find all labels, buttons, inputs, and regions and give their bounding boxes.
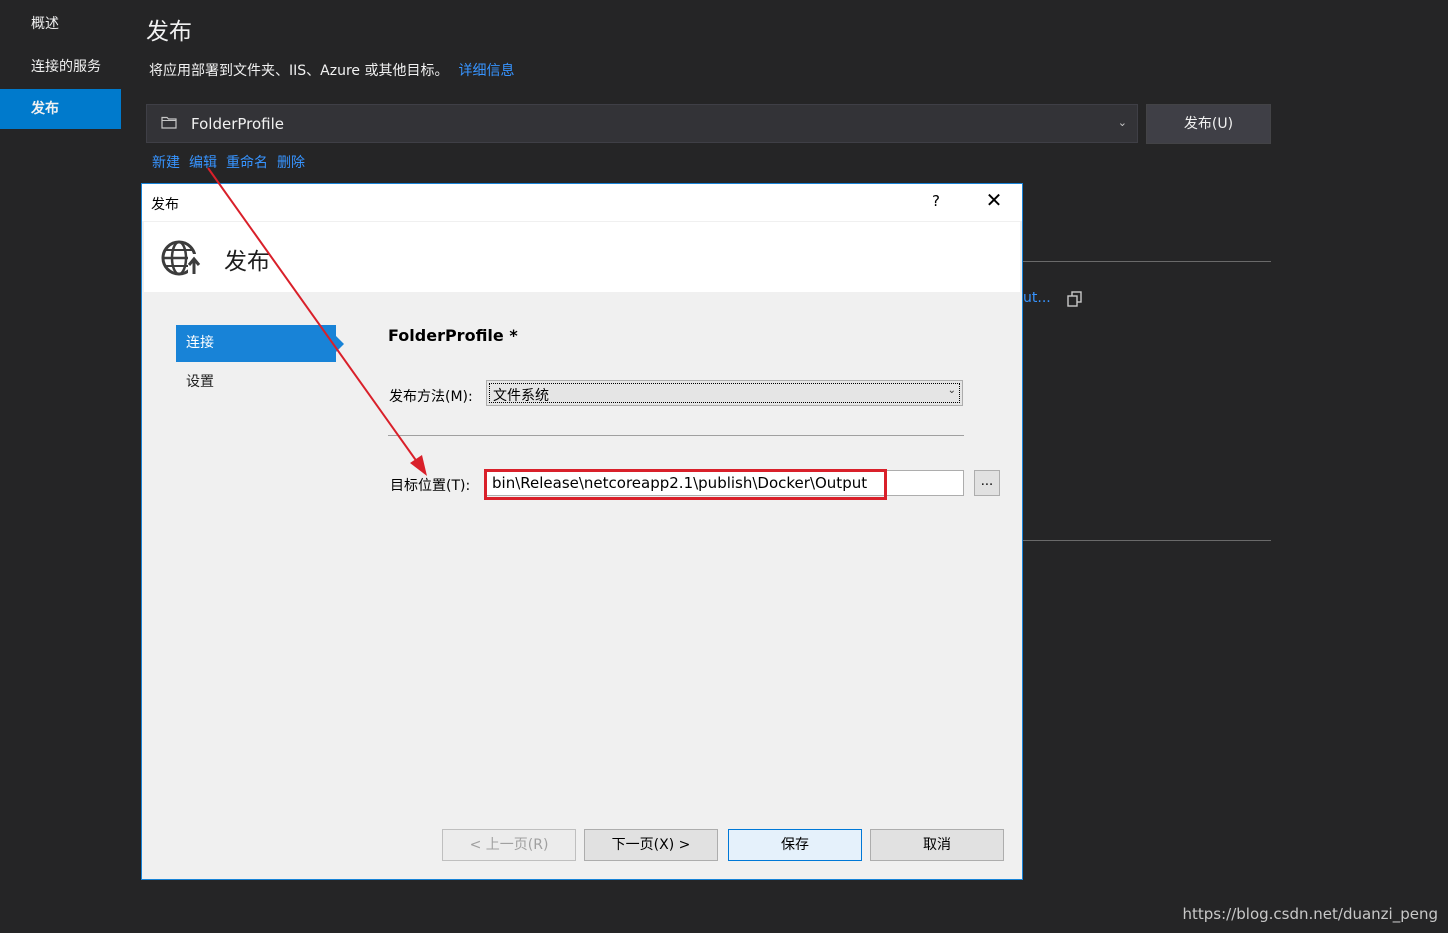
separator bbox=[388, 435, 964, 436]
target-location-label: 目标位置(T): bbox=[390, 478, 471, 494]
browse-button[interactable]: ... bbox=[974, 470, 1000, 496]
folder-icon bbox=[161, 116, 177, 129]
dialog-title: 发布 bbox=[151, 197, 179, 213]
profile-heading: FolderProfile * bbox=[388, 326, 518, 345]
rename-profile-link[interactable]: 重命名 bbox=[226, 155, 268, 171]
profile-actions: 新建 编辑 重命名 删除 bbox=[152, 152, 314, 172]
publish-dialog: 发布 ? ✕ 发布 连接 设置 FolderProfile * 发布方法(M):… bbox=[141, 183, 1023, 880]
close-button[interactable]: ✕ bbox=[980, 188, 1008, 212]
divider bbox=[1023, 540, 1271, 541]
globe-publish-icon bbox=[161, 240, 202, 278]
page-title: 发布 bbox=[146, 19, 192, 45]
edit-profile-link[interactable]: 编辑 bbox=[189, 155, 217, 171]
nav-item-publish[interactable]: 发布 bbox=[0, 89, 121, 129]
truncated-link[interactable]: ut... bbox=[1023, 290, 1051, 306]
publish-button[interactable]: 发布(U) bbox=[1146, 104, 1271, 144]
help-button[interactable]: ? bbox=[922, 192, 950, 210]
divider bbox=[1023, 261, 1271, 262]
chevron-down-icon: ⌄ bbox=[947, 385, 956, 396]
save-button[interactable]: 保存 bbox=[728, 829, 862, 861]
dialog-header: 发布 bbox=[144, 222, 1020, 292]
new-profile-link[interactable]: 新建 bbox=[152, 155, 180, 171]
cancel-button[interactable]: 取消 bbox=[870, 829, 1004, 861]
publish-method-label: 发布方法(M): bbox=[389, 389, 473, 405]
active-indicator bbox=[336, 336, 344, 352]
next-button[interactable]: 下一页(X) > bbox=[584, 829, 718, 861]
focus-outline bbox=[489, 383, 960, 403]
description-text: 将应用部署到文件夹、IIS、Azure 或其他目标。 bbox=[149, 63, 449, 79]
dialog-titlebar: 发布 ? ✕ bbox=[142, 184, 1022, 221]
publish-method-value: 文件系统 bbox=[493, 388, 549, 404]
nav-item-overview[interactable]: 概述 bbox=[0, 4, 121, 44]
profile-name: FolderProfile bbox=[191, 115, 284, 133]
chevron-down-icon: ⌄ bbox=[1117, 116, 1127, 129]
nav-item-connected-services[interactable]: 连接的服务 bbox=[0, 47, 121, 87]
details-link[interactable]: 详细信息 bbox=[458, 63, 514, 79]
watermark: https://blog.csdn.net/duanzi_peng bbox=[1182, 905, 1439, 923]
target-location-input[interactable] bbox=[485, 470, 964, 496]
dialog-header-title: 发布 bbox=[224, 249, 270, 275]
publish-method-select[interactable]: 文件系统 ⌄ bbox=[486, 380, 963, 406]
side-item-settings[interactable]: 设置 bbox=[176, 364, 336, 401]
copy-icon[interactable] bbox=[1066, 290, 1084, 308]
previous-button[interactable]: < 上一页(R) bbox=[442, 829, 576, 861]
delete-profile-link[interactable]: 删除 bbox=[277, 155, 305, 171]
side-item-connection[interactable]: 连接 bbox=[176, 325, 336, 362]
page-description: 将应用部署到文件夹、IIS、Azure 或其他目标。 详细信息 bbox=[149, 60, 514, 80]
profile-dropdown[interactable]: FolderProfile ⌄ bbox=[146, 104, 1138, 143]
